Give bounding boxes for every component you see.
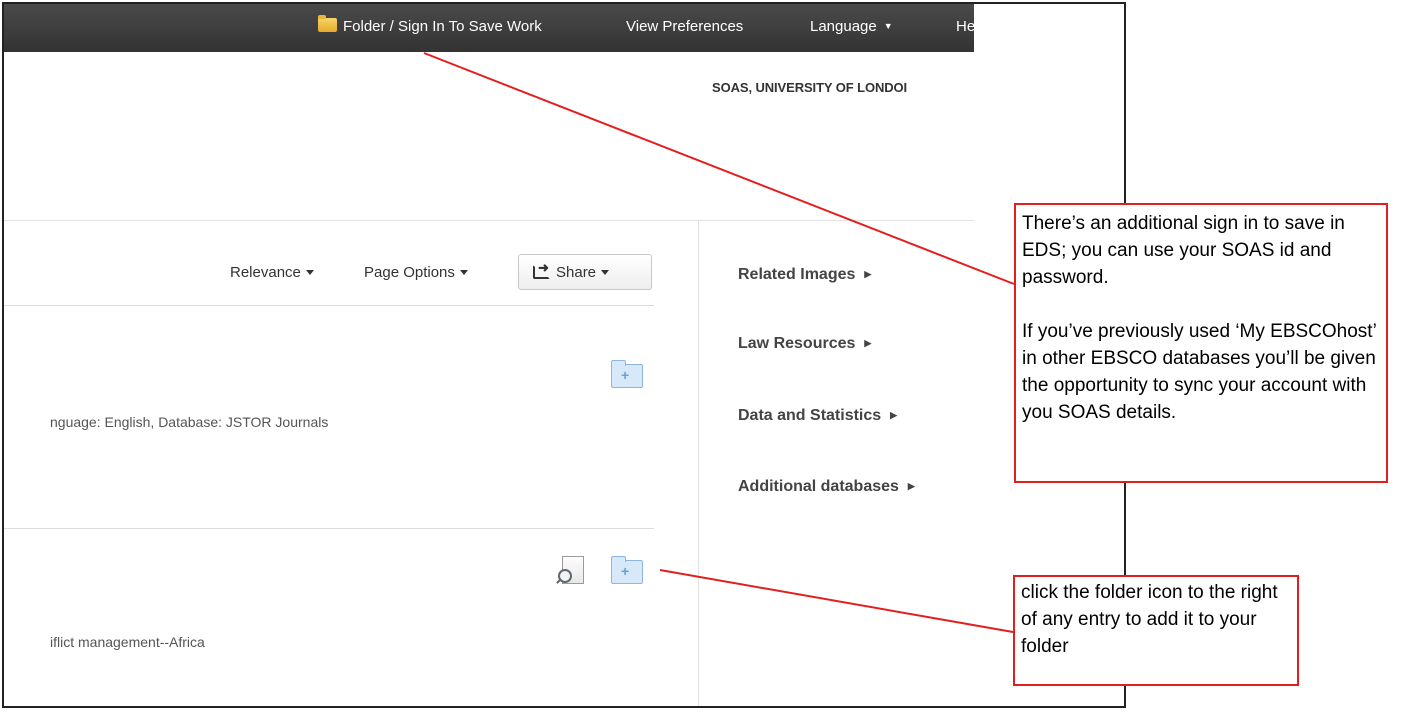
folder-sign-in-label: Folder / Sign In To Save Work [343,18,542,35]
sidebar-additional-databases[interactable]: Additional databases ▶ [738,478,915,496]
eds-results-page: Folder / Sign In To Save Work View Prefe… [4,4,974,706]
callout-text: click the folder icon to the right of an… [1021,582,1278,657]
caret-down-icon [601,270,610,275]
help-link[interactable]: He [956,18,974,35]
relevance-label: Relevance [230,264,301,281]
sidebar-link-label: Additional databases [738,478,899,495]
screenshot-frame: Folder / Sign In To Save Work View Prefe… [2,2,1126,708]
folder-callout: click the folder icon to the right of an… [1013,575,1299,686]
result-divider [4,528,654,529]
sidebar-data-and-statistics[interactable]: Data and Statistics ▶ [738,407,897,425]
top-navigation-bar: Folder / Sign In To Save Work View Prefe… [4,4,974,52]
folder-icon [318,15,337,32]
preview-magnifier-icon[interactable] [558,556,584,584]
caret-down-icon: ▼ [883,21,893,31]
sort-relevance-dropdown[interactable]: Relevance [230,264,314,281]
page-options-dropdown[interactable]: Page Options [364,264,468,281]
language-menu[interactable]: Language ▼ [810,18,893,35]
caret-down-icon [459,270,468,275]
folder-sign-in-link[interactable]: Folder / Sign In To Save Work [318,15,542,35]
caret-right-icon: ▶ [864,269,872,279]
share-button[interactable]: Share [518,254,652,290]
caret-down-icon [305,270,314,275]
sidebar-related-images[interactable]: Related Images ▶ [738,266,871,284]
sidebar-link-label: Related Images [738,266,856,283]
result-divider [4,305,654,306]
result-snippet: iflict management--Africa [50,634,205,650]
sidebar-link-label: Law Resources [738,335,856,352]
sign-in-callout: There’s an additional sign in to save in… [1014,203,1388,483]
callout-text: If you’ve previously used ‘My EBSCOhost’… [1022,321,1377,423]
header-divider [4,220,974,221]
institution-name: SOAS, UNIVERSITY OF LONDOI [712,80,908,95]
add-to-folder-icon[interactable]: + [611,556,643,584]
add-to-folder-icon[interactable]: + [611,360,643,388]
column-divider [698,220,699,706]
sidebar-link-label: Data and Statistics [738,407,882,424]
page-options-label: Page Options [364,264,455,281]
share-icon [533,260,550,279]
view-preferences-link[interactable]: View Preferences [626,18,743,35]
caret-right-icon: ▶ [864,338,872,348]
language-label: Language [810,18,877,35]
caret-right-icon: ▶ [890,410,898,420]
caret-right-icon: ▶ [907,481,915,491]
sidebar-law-resources[interactable]: Law Resources ▶ [738,335,871,353]
share-label: Share [556,264,597,281]
callout-text: There’s an additional sign in to save in… [1022,213,1345,288]
result-snippet: nguage: English, Database: JSTOR Journal… [50,414,329,430]
